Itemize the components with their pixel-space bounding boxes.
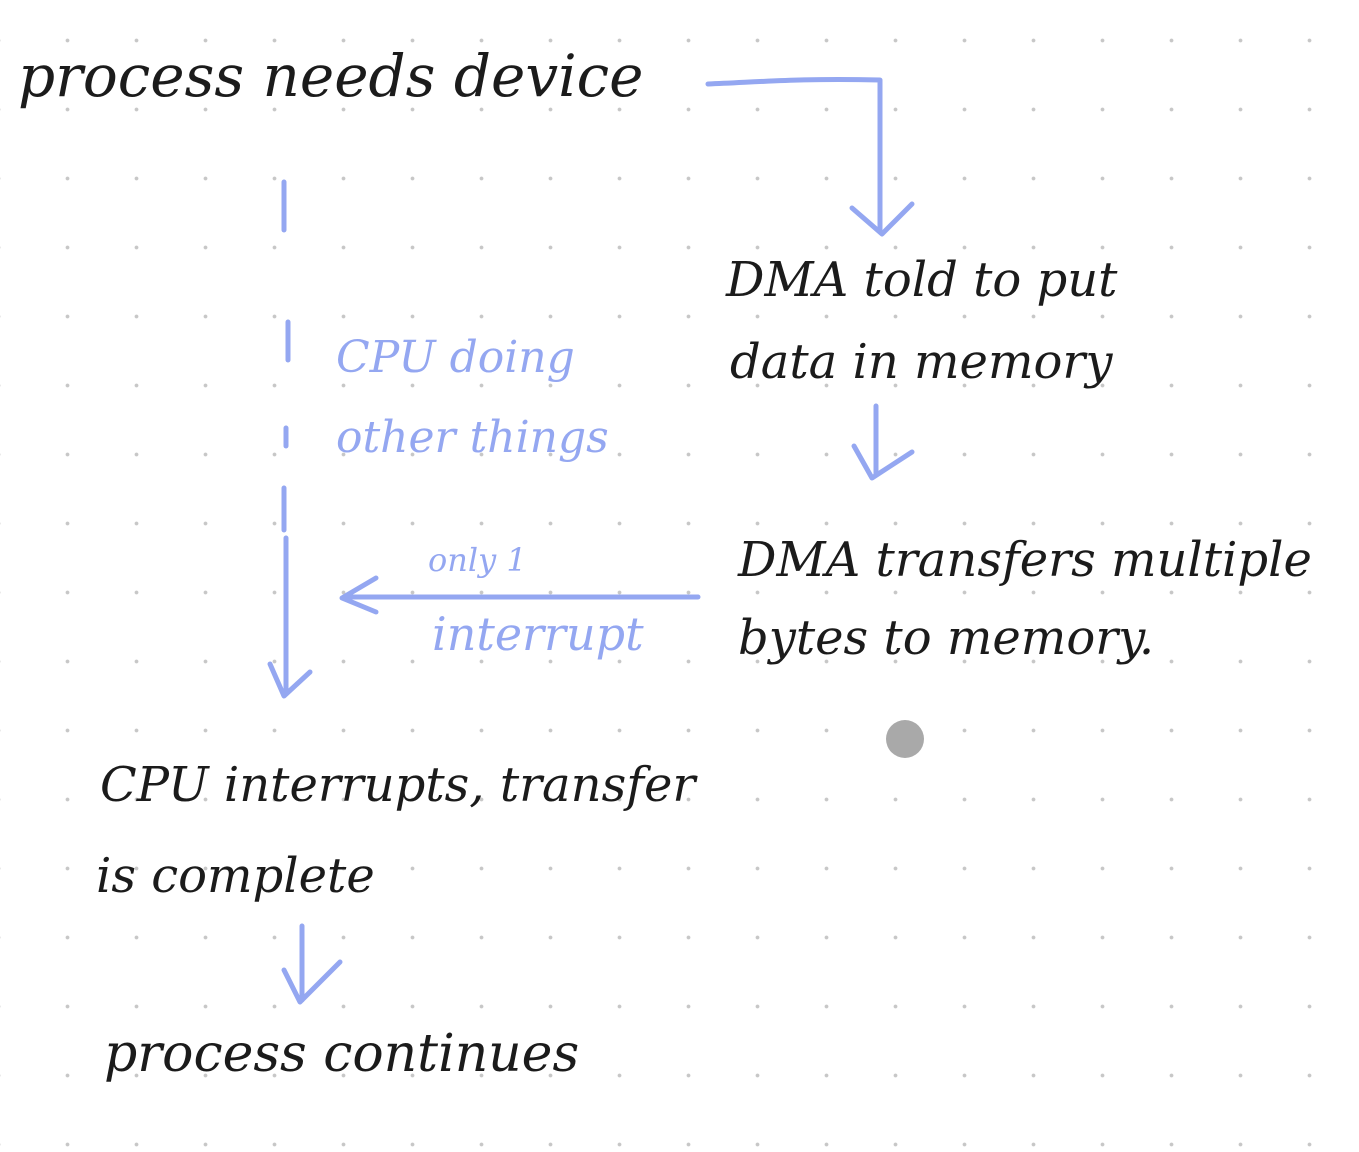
pointer-cursor-dot: [886, 720, 924, 758]
node-dma-told-line-2: data in memory: [730, 334, 1113, 390]
note-cpu-doing-line-1: CPU doing: [336, 332, 575, 383]
node-dma-told-line-1: DMA told to put: [726, 252, 1118, 308]
node-cpu-interrupts-line-2: is complete: [96, 848, 375, 904]
note-cpu-doing-line-2: other things: [336, 412, 609, 463]
node-process-continues: process continues: [104, 1024, 580, 1084]
node-process-needs-device: process needs device: [18, 42, 644, 110]
node-dma-transfers-line-1: DMA transfers multiple: [738, 532, 1312, 588]
edge-label-interrupt: interrupt: [432, 607, 644, 661]
node-dma-transfers-line-2: bytes to memory.: [738, 610, 1155, 666]
edge-label-only-one: only 1: [428, 541, 527, 579]
node-cpu-interrupts-line-1: CPU interrupts, transfer: [100, 757, 696, 813]
